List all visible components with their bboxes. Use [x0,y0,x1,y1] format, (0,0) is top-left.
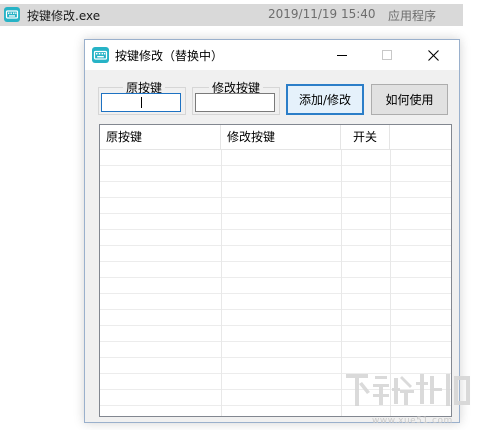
close-icon [427,49,439,61]
minimize-button[interactable] [321,40,363,70]
watermark-url: www.xue51.com [372,416,453,426]
column-header-switch[interactable]: 开关 [341,125,390,150]
column-header-modified-key[interactable]: 修改按键 [221,125,341,150]
title-bar[interactable]: 按键修改（替换中） [85,40,459,70]
file-list-row[interactable]: 按键修改.exe 2019/11/19 15:40 应用程序 [0,4,463,26]
original-key-group: 原按键 [98,79,186,115]
maximize-button[interactable] [366,40,408,70]
column-header-empty [390,125,451,150]
original-key-input[interactable] [101,93,181,112]
column-divider [221,150,222,416]
file-date-modified: 2019/11/19 15:40 [268,7,376,21]
app-window: 按键修改（替换中） 原按键 修改按键 添加/修改 如何使用 原按键 修改按键 开… [84,39,460,423]
window-title: 按键修改（替换中） [115,49,224,63]
add-modify-button[interactable]: 添加/修改 [286,84,364,115]
minimize-icon [337,55,347,56]
modified-key-group: 修改按键 [192,79,280,115]
text-caret [141,97,142,108]
site-watermark-logo [342,368,476,412]
close-button[interactable] [412,40,454,70]
file-name: 按键修改.exe [27,9,101,23]
column-header-original-key[interactable]: 原按键 [100,125,221,150]
modified-key-input[interactable] [195,93,275,112]
list-header: 原按键 修改按键 开关 [100,125,451,150]
file-type: 应用程序 [388,9,437,23]
maximize-icon [382,50,392,60]
keyboard-app-icon [92,47,109,63]
keyboard-app-icon [4,7,20,22]
how-to-use-button[interactable]: 如何使用 [371,84,448,115]
